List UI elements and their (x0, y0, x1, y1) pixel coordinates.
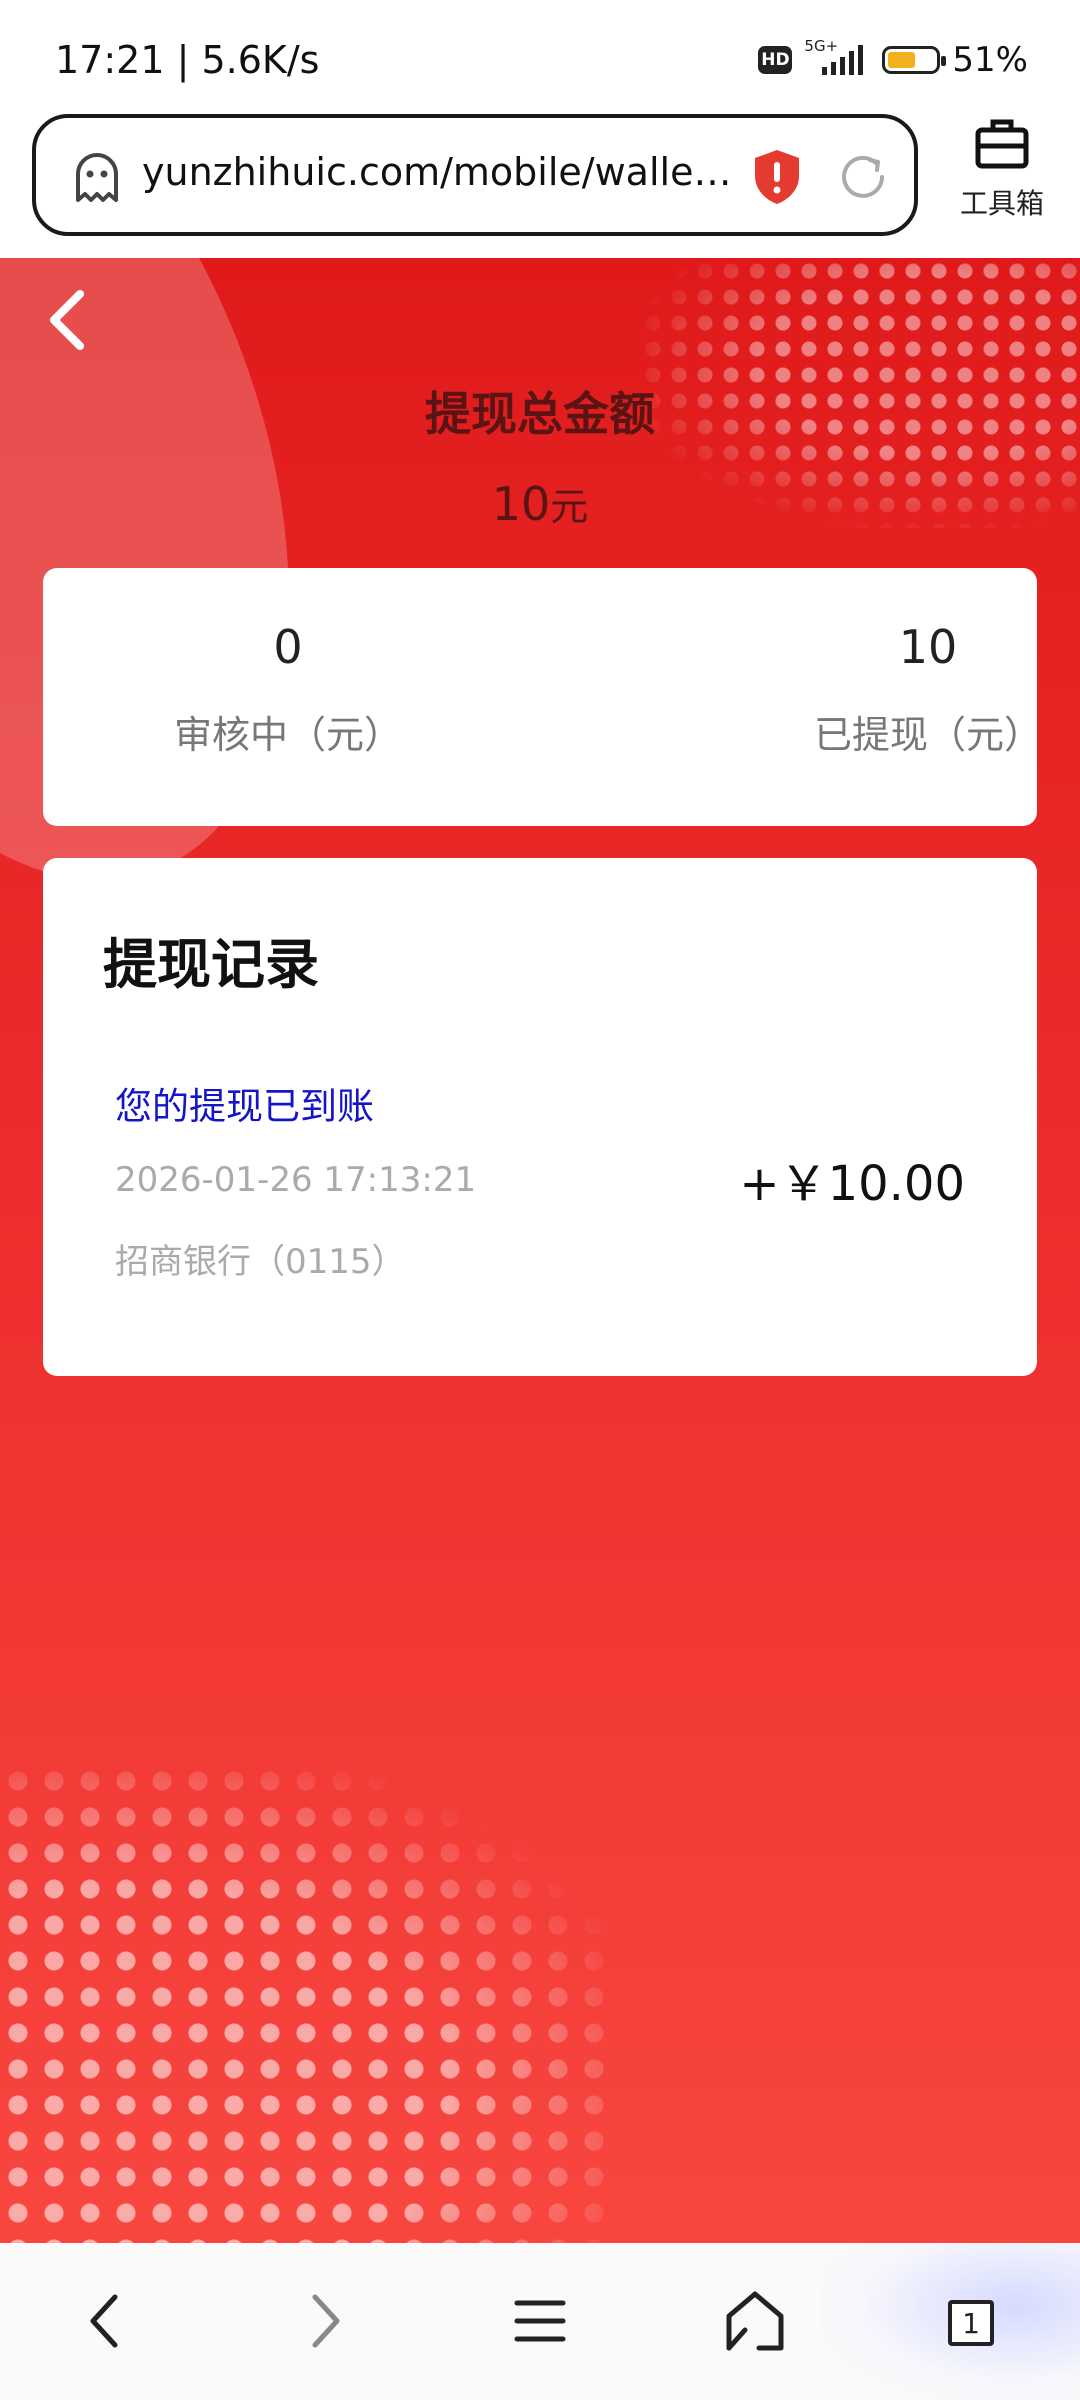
status-indicators: HD 5G+ 51% (758, 37, 1028, 80)
record-status: 您的提现已到账 (115, 1085, 374, 1128)
nav-forward-button[interactable] (280, 2283, 370, 2363)
hd-badge: HD (758, 46, 793, 74)
records-title: 提现记录 (103, 933, 319, 996)
total-amount-unit: 元 (550, 485, 589, 529)
withdrawn-label: 已提现（元） (813, 713, 1042, 757)
tabs-button[interactable]: 1 (926, 2283, 1016, 2363)
reload-icon[interactable] (836, 150, 890, 208)
network-type: 5G+ (804, 37, 839, 55)
nav-forward-icon (305, 2291, 345, 2355)
battery-icon (882, 46, 947, 74)
tab-count: 1 (962, 2306, 980, 2340)
status-bar: 17:21 | 5.6K/s HD 5G+ 51% (0, 0, 1080, 110)
wallet-page: 提现总金额 10元 0 审核中（元） 10 已提现（元） 提现记录 您的提现已到… (0, 258, 1080, 2243)
tabs-icon: 1 (948, 2300, 994, 2346)
menu-icon (514, 2298, 566, 2348)
record-amount: +￥10.00 (739, 1156, 965, 1212)
nav-back-button[interactable] (60, 2283, 150, 2363)
total-amount-value: 10 (491, 477, 551, 531)
summary-card: 0 审核中（元） 10 已提现（元） (43, 568, 1042, 826)
menu-button[interactable] (495, 2283, 585, 2363)
bottom-nav: 1 (0, 2243, 1080, 2400)
signal-icon: 5G+ (804, 37, 870, 77)
home-icon (723, 2290, 787, 2356)
pending-value: 0 (273, 620, 303, 674)
decorative-dots-bottom (0, 1763, 620, 2243)
battery-level: 51% (952, 40, 1028, 80)
page-title: 提现总金额 (425, 387, 655, 441)
withdrawn-stat: 10 已提现（元） (758, 620, 1080, 759)
record-bank: 招商银行（0115） (115, 1242, 406, 1282)
record-time: 2026-01-26 17:13:21 (115, 1160, 477, 1200)
nav-back-icon (85, 2291, 125, 2355)
back-arrow-icon[interactable] (44, 288, 90, 356)
ghost-icon[interactable] (70, 150, 124, 208)
records-card: 提现记录 您的提现已到账 2026-01-26 17:13:21 招商银行（01… (43, 858, 1037, 1376)
pending-stat: 0 审核中（元） (128, 620, 448, 759)
url-text[interactable]: yunzhihuic.com/mobile/walle… (142, 150, 731, 194)
withdrawn-value: 10 (898, 620, 958, 674)
status-time-speed: 17:21 | 5.6K/s (55, 38, 320, 82)
toolbox-button[interactable]: 工具箱 (940, 118, 1064, 222)
home-button[interactable] (710, 2283, 800, 2363)
toolbox-icon (974, 119, 1030, 174)
shield-alert-icon[interactable] (752, 148, 802, 210)
address-bar[interactable]: yunzhihuic.com/mobile/walle… (32, 114, 918, 236)
total-amount: 10元 (0, 476, 1080, 531)
toolbox-label: 工具箱 (959, 187, 1044, 220)
pending-label: 审核中（元） (173, 713, 402, 757)
